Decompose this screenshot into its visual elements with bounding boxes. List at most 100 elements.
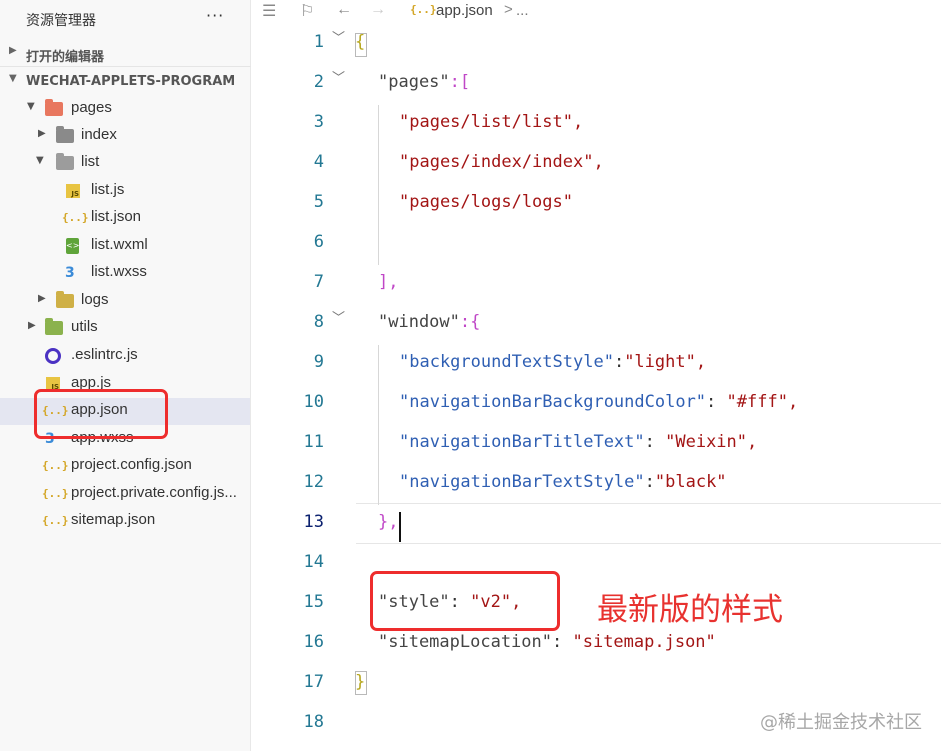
project-label: WECHAT-APPLETS-PROGRAM <box>26 74 236 89</box>
code-string: "pages/list/list", <box>399 112 584 132</box>
code-line-8[interactable]: 8 ﹀ "window":{ <box>252 303 941 343</box>
code-line-1[interactable]: 1 ﹀ { <box>252 23 941 63</box>
line-number: 3 <box>313 112 324 132</box>
chevron-down-icon: ▼ <box>9 73 17 84</box>
tree-item-label: logs <box>81 291 109 308</box>
eslint-icon <box>44 347 62 365</box>
code-punct: }, <box>378 512 399 532</box>
line-number: 8 <box>313 312 324 332</box>
code-punct: : <box>706 392 727 412</box>
chevron-down-icon: ▼ <box>36 155 44 166</box>
line-number: 10 <box>303 392 324 412</box>
tree-item-label: index <box>81 126 117 143</box>
explorer-sidebar: 资源管理器 ··· ▶ 打开的编辑器 ▼ WECHAT-APPLETS-PROG… <box>0 0 251 751</box>
project-section[interactable]: ▼ WECHAT-APPLETS-PROGRAM <box>0 69 251 95</box>
code-key: "navigationBarTextStyle" <box>399 472 645 492</box>
annotation-text: 最新版的样式 <box>597 592 783 628</box>
tree-item-sitemap[interactable]: {..} sitemap.json <box>0 508 250 535</box>
line-number: 2 <box>313 72 324 92</box>
breadcrumb-file[interactable]: app.json <box>436 2 493 19</box>
tree-item-index[interactable]: ▶ index <box>0 123 250 150</box>
code-punct: :{ <box>459 312 481 332</box>
code-value: "sitemap.json" <box>572 632 716 652</box>
explorer-title: 资源管理器 <box>26 13 96 29</box>
line-number: 14 <box>303 552 324 572</box>
tree-item-label: list.wxml <box>91 236 148 253</box>
code-line-17[interactable]: 17 } <box>252 663 941 703</box>
code-line-16[interactable]: 16 "sitemapLocation": "sitemap.json" <box>252 623 941 663</box>
code-line-6[interactable]: 6 <box>252 223 941 263</box>
arrow-left-icon[interactable]: ← <box>336 1 352 19</box>
code-string: "pages/index/index", <box>399 152 604 172</box>
folder-open-icon <box>56 153 74 172</box>
line-number: 11 <box>303 432 324 452</box>
chevron-down-icon: ▼ <box>27 101 35 112</box>
code-line-11[interactable]: 11 "navigationBarTitleText": "Weixin", <box>252 423 941 463</box>
breadcrumb-rest[interactable]: ... <box>516 2 529 19</box>
tree-item-eslintrc[interactable]: .eslintrc.js <box>0 343 250 370</box>
line-number: 9 <box>313 352 324 372</box>
fold-chevron-icon[interactable]: ﹀ <box>332 67 345 86</box>
code-line-4[interactable]: 4 "pages/index/index", <box>252 143 941 183</box>
code-key: "navigationBarBackgroundColor" <box>399 392 707 412</box>
code-line-10[interactable]: 10 "navigationBarBackgroundColor": "#fff… <box>252 383 941 423</box>
chevron-right-icon: ▶ <box>9 45 17 56</box>
code-line-7[interactable]: 7 ], <box>252 263 941 303</box>
fold-chevron-icon[interactable]: ﹀ <box>332 27 345 46</box>
editor-breadcrumb: ☰ ⚐ ← → {..} app.json > ... <box>252 0 941 24</box>
watermark: @稀土掘金技术社区 <box>760 712 922 733</box>
code-key: "sitemapLocation" <box>378 632 552 652</box>
tree-item-label: project.private.config.js... <box>71 484 237 501</box>
chevron-right-icon: ▶ <box>38 128 46 139</box>
tree-item-utils[interactable]: ▶ utils <box>0 315 250 342</box>
line-number: 5 <box>313 192 324 212</box>
line-number: 17 <box>303 672 324 692</box>
code-string: "pages/logs/logs" <box>399 192 573 212</box>
code-line-12[interactable]: 12 "navigationBarTextStyle":"black" <box>252 463 941 503</box>
code-line-3[interactable]: 3 "pages/list/list", <box>252 103 941 143</box>
bookmark-icon[interactable]: ⚐ <box>300 1 314 21</box>
json-file-icon: {..} <box>42 514 69 527</box>
code-line-13[interactable]: 13 }, <box>252 503 941 543</box>
line-number: 12 <box>303 472 324 492</box>
code-punct: : <box>644 472 655 492</box>
tree-item-list-wxss[interactable]: 3 list.wxss <box>0 260 250 287</box>
tree-item-project-config[interactable]: {..} project.config.json <box>0 453 250 480</box>
wxml-file-icon: <> <box>64 237 82 255</box>
tree-item-label: list.js <box>91 181 125 198</box>
code-punct: : <box>613 352 625 372</box>
code-key: "backgroundTextStyle" <box>399 352 614 372</box>
code-line-14[interactable]: 14 <box>252 543 941 583</box>
tree-item-label: .eslintrc.js <box>71 346 138 363</box>
code-punct: ], <box>378 272 399 292</box>
code-line-9[interactable]: 9 "backgroundTextStyle":"light", <box>252 343 941 383</box>
code-text: } <box>355 672 366 692</box>
chevron-right-icon: ▶ <box>28 320 36 331</box>
arrow-right-icon[interactable]: → <box>370 1 386 19</box>
more-actions-icon[interactable]: ··· <box>206 6 224 25</box>
tree-item-list[interactable]: ▼ list <box>0 150 250 177</box>
tree-item-list-js[interactable]: JS list.js <box>0 178 250 205</box>
code-line-5[interactable]: 5 "pages/logs/logs" <box>252 183 941 223</box>
tree-item-project-private-config[interactable]: {..} project.private.config.js... <box>0 481 250 508</box>
open-editors-section[interactable]: ▶ 打开的编辑器 <box>0 41 251 67</box>
tree-item-list-json[interactable]: {..} list.json <box>0 205 250 232</box>
annotation-box-app-json <box>34 389 168 439</box>
tree-item-list-wxml[interactable]: <> list.wxml <box>0 233 250 260</box>
line-number: 13 <box>303 512 324 532</box>
line-number: 6 <box>313 232 324 252</box>
code-line-2[interactable]: 2 ﹀ "pages":[ <box>252 63 941 103</box>
breadcrumb-separator: > <box>504 1 513 18</box>
text-cursor <box>399 512 401 542</box>
tree-item-pages[interactable]: ▼ pages <box>0 96 250 123</box>
tree-item-logs[interactable]: ▶ logs <box>0 288 250 315</box>
tree-item-label: sitemap.json <box>71 511 156 528</box>
line-number: 7 <box>313 272 324 292</box>
js-file-icon: JS <box>64 182 82 200</box>
code-punct: : <box>552 632 573 652</box>
menu-list-icon[interactable]: ☰ <box>262 1 276 21</box>
line-number: 1 <box>313 32 324 52</box>
json-file-icon: {..} <box>42 487 69 500</box>
fold-chevron-icon[interactable]: ﹀ <box>332 307 345 326</box>
code-punct: : <box>644 432 666 452</box>
